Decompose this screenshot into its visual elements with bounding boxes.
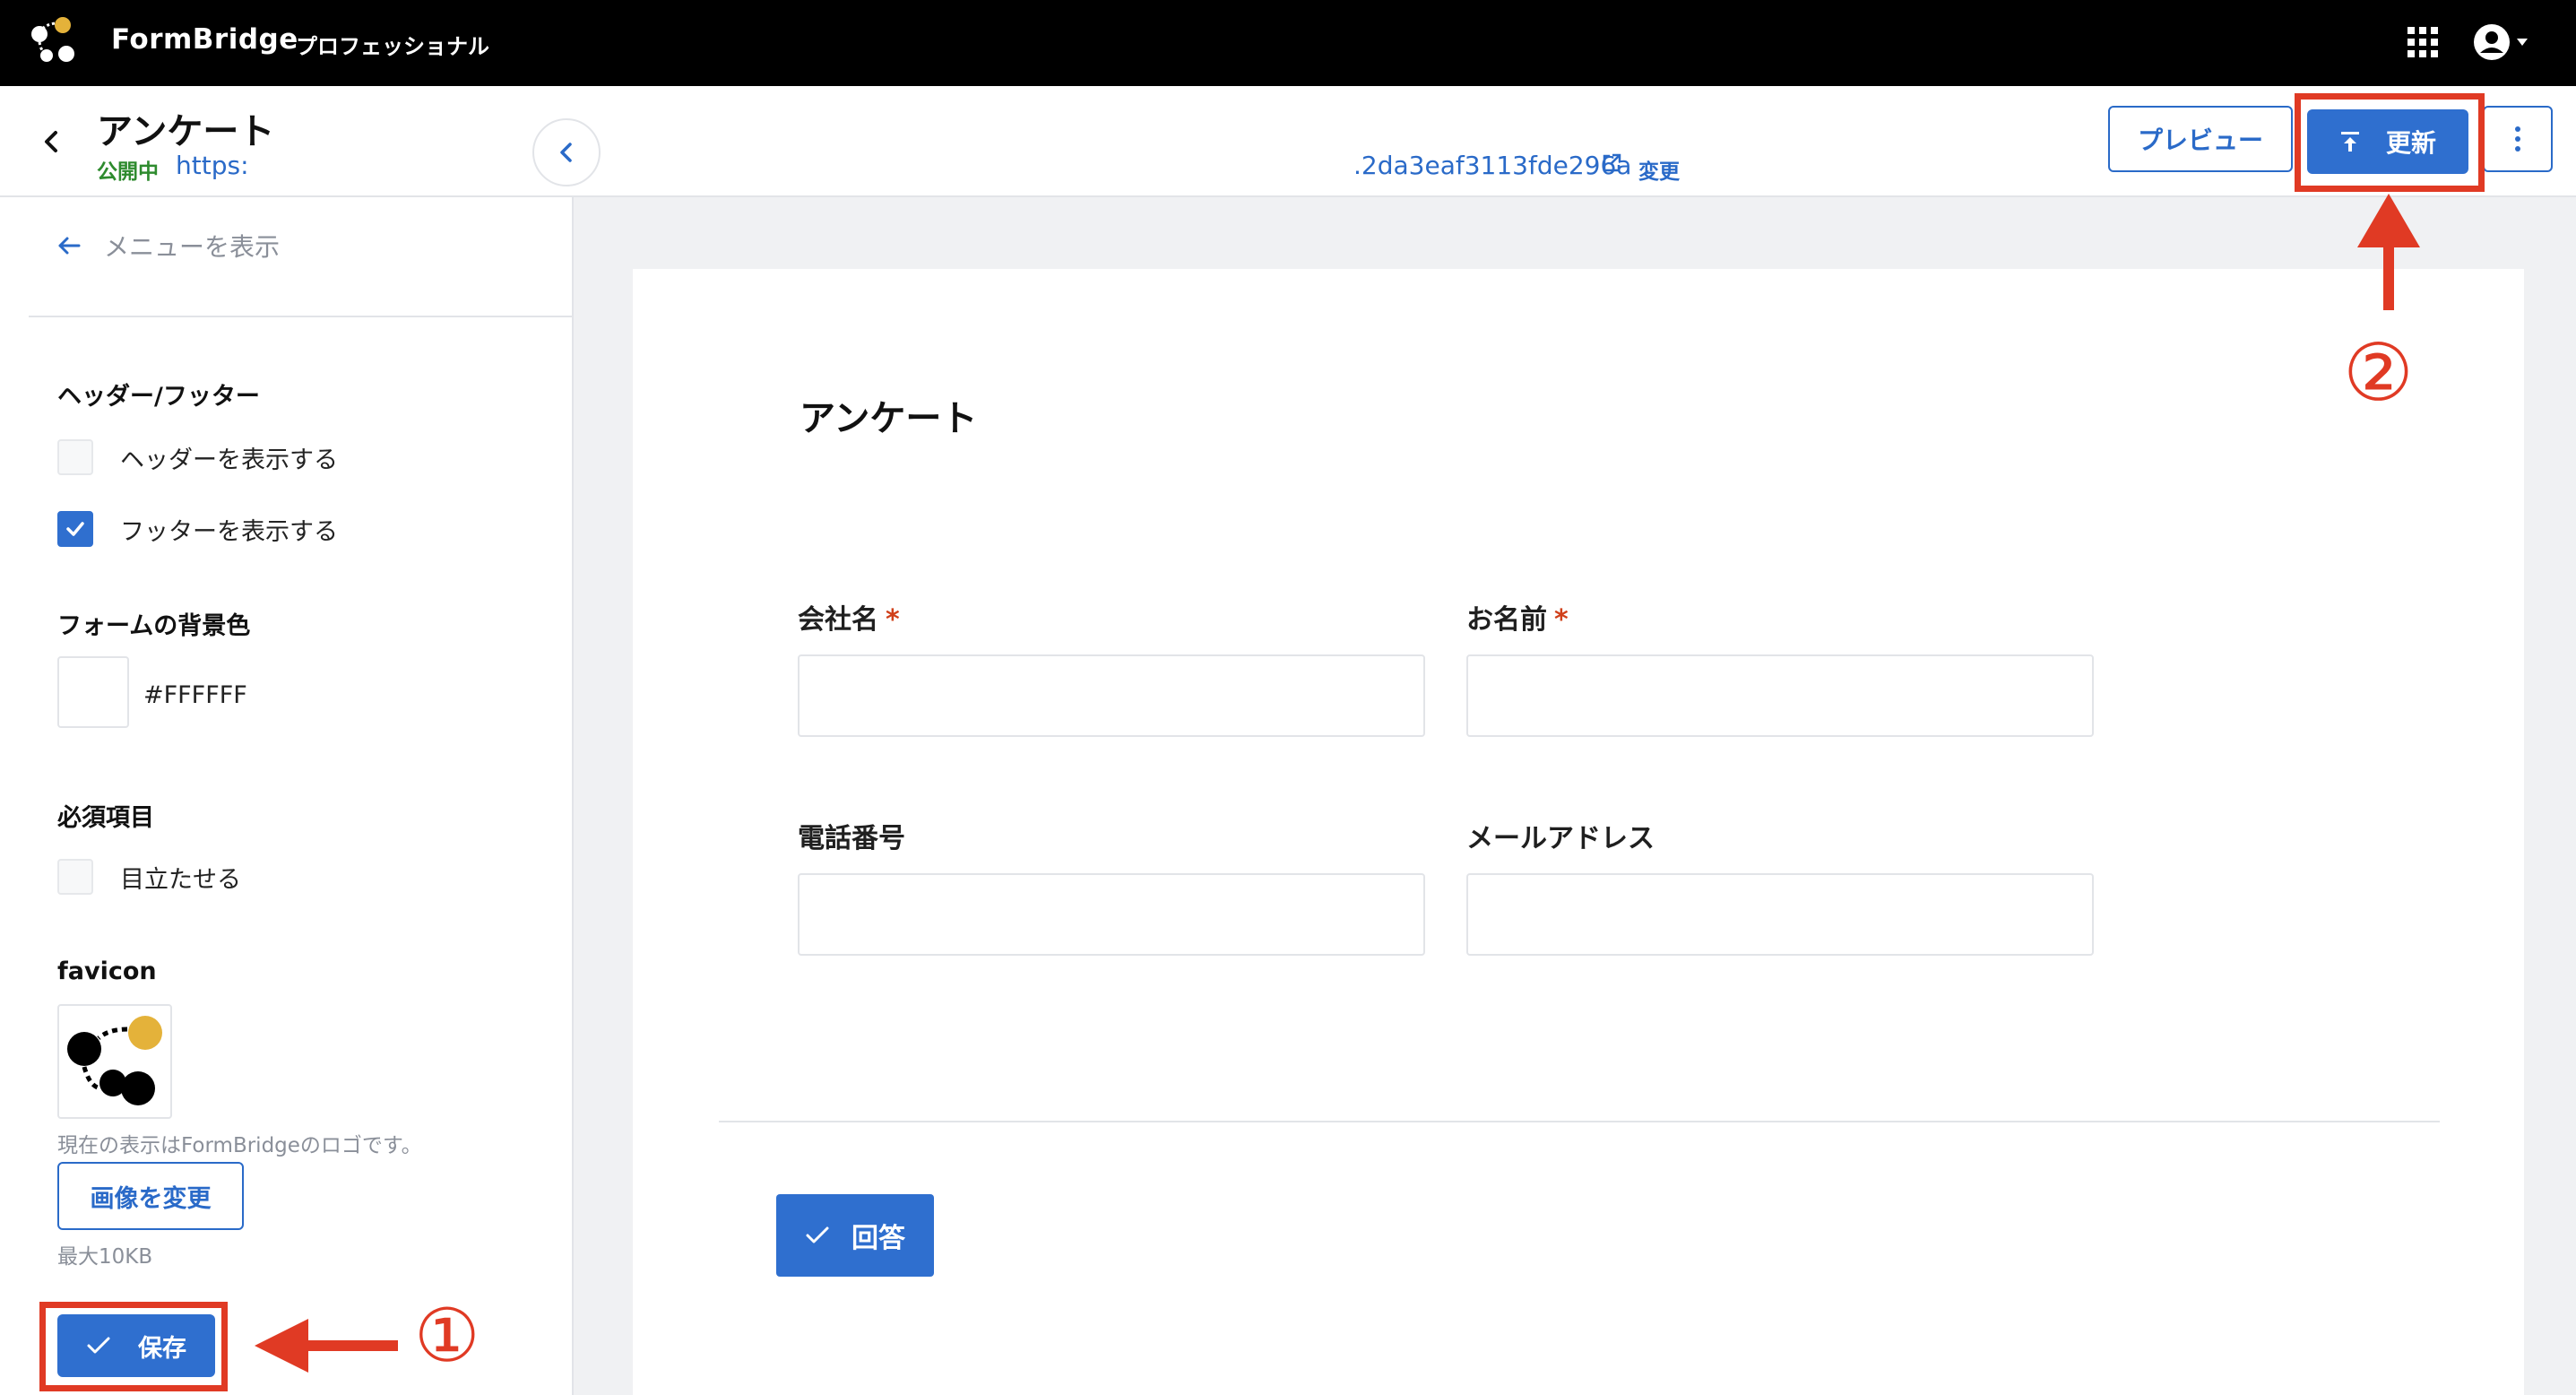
- brand-name: FormBridge: [111, 23, 298, 56]
- external-link-icon[interactable]: [1601, 152, 1622, 174]
- background-color-swatch[interactable]: [57, 656, 129, 728]
- required-mark: *: [886, 604, 900, 636]
- preview-button[interactable]: プレビュー: [2108, 106, 2293, 172]
- field-label-email: メールアドレス: [1466, 823, 1655, 854]
- show-menu-link[interactable]: メニューを表示: [56, 228, 280, 264]
- edition-label: プロフェッショナル: [296, 34, 489, 59]
- annotation-arrow-up-icon: [2357, 194, 2420, 310]
- field-label-company: 会社名 *: [798, 604, 900, 636]
- show-footer-option[interactable]: フッターを表示する: [57, 511, 338, 547]
- change-url-link[interactable]: 変更: [1638, 154, 1680, 185]
- show-footer-label: フッターを表示する: [120, 517, 338, 546]
- settings-sidebar: メニューを表示 ヘッダー/フッター ヘッダーを表示する フッターを表示する フォ…: [0, 197, 574, 1395]
- submit-button-label: 回答: [851, 1223, 905, 1254]
- required-items-title: 必須項目: [57, 804, 154, 832]
- background-color-value: #FFFFFF: [143, 681, 247, 709]
- form-url-end[interactable]: .2da3eaf3113fde296a: [1353, 151, 1631, 180]
- annotation-box-update: [2295, 93, 2485, 192]
- form-title: アンケート: [97, 111, 275, 152]
- submit-button[interactable]: 回答: [776, 1194, 934, 1277]
- back-arrow-icon[interactable]: [36, 124, 65, 160]
- highlight-required-label: 目立たせる: [120, 865, 241, 894]
- company-input[interactable]: [798, 654, 1425, 737]
- chevron-left-icon: [560, 143, 572, 162]
- field-label-name: お名前 *: [1466, 604, 1569, 636]
- show-header-checkbox[interactable]: [57, 439, 93, 475]
- annotation-step-1: ①: [414, 1294, 480, 1379]
- more-vert-icon[interactable]: [2483, 106, 2553, 172]
- formbridge-logo-icon[interactable]: [27, 13, 84, 70]
- account-icon[interactable]: [2472, 23, 2535, 61]
- annotation-arrow-left-icon: [255, 1319, 398, 1373]
- status-badge: 公開中: [97, 160, 159, 184]
- favicon-note: 現在の表示はFormBridgeのロゴです。: [57, 1134, 422, 1157]
- annotation-step-2: ②: [2343, 326, 2414, 419]
- show-menu-label: メニューを表示: [104, 232, 281, 262]
- highlight-required-option[interactable]: 目立たせる: [57, 859, 241, 895]
- formbridge-logo-icon: [67, 1016, 162, 1105]
- required-mark: *: [1554, 604, 1569, 636]
- check-icon: [806, 1226, 829, 1243]
- favicon-title: favicon: [57, 957, 157, 985]
- form-preview-canvas: アンケート 会社名 * お名前 * 電話番号 メールアドレス 回答: [633, 269, 2524, 1395]
- email-input[interactable]: [1466, 873, 2094, 956]
- field-label-phone: 電話番号: [798, 823, 905, 854]
- name-input[interactable]: [1466, 654, 2094, 737]
- form-header: アンケート 公開中 https: .2da3eaf3113fde296a 変更 …: [0, 86, 2576, 197]
- header-footer-title: ヘッダー/フッター: [57, 383, 260, 411]
- max-size-note: 最大10KB: [57, 1245, 153, 1269]
- check-icon: [66, 522, 84, 536]
- background-color-title: フォームの背景色: [57, 612, 251, 640]
- change-image-button[interactable]: 画像を変更: [57, 1162, 244, 1230]
- form-url-start[interactable]: https:: [176, 151, 249, 180]
- show-header-label: ヘッダーを表示する: [120, 446, 338, 474]
- favicon-preview: [57, 1004, 172, 1119]
- apps-grid-icon[interactable]: [2407, 27, 2438, 57]
- preview-form-title: アンケート: [800, 398, 978, 439]
- show-header-option[interactable]: ヘッダーを表示する: [57, 439, 338, 475]
- divider: [719, 1121, 2440, 1122]
- show-footer-checkbox[interactable]: [57, 511, 93, 547]
- divider: [29, 316, 574, 317]
- top-bar: FormBridge プロフェッショナル: [0, 0, 2576, 86]
- phone-input[interactable]: [798, 873, 1425, 956]
- annotation-box-save: [39, 1302, 228, 1391]
- highlight-required-checkbox[interactable]: [57, 859, 93, 895]
- collapse-sidebar-button[interactable]: [532, 118, 601, 186]
- arrow-left-icon: [58, 237, 81, 255]
